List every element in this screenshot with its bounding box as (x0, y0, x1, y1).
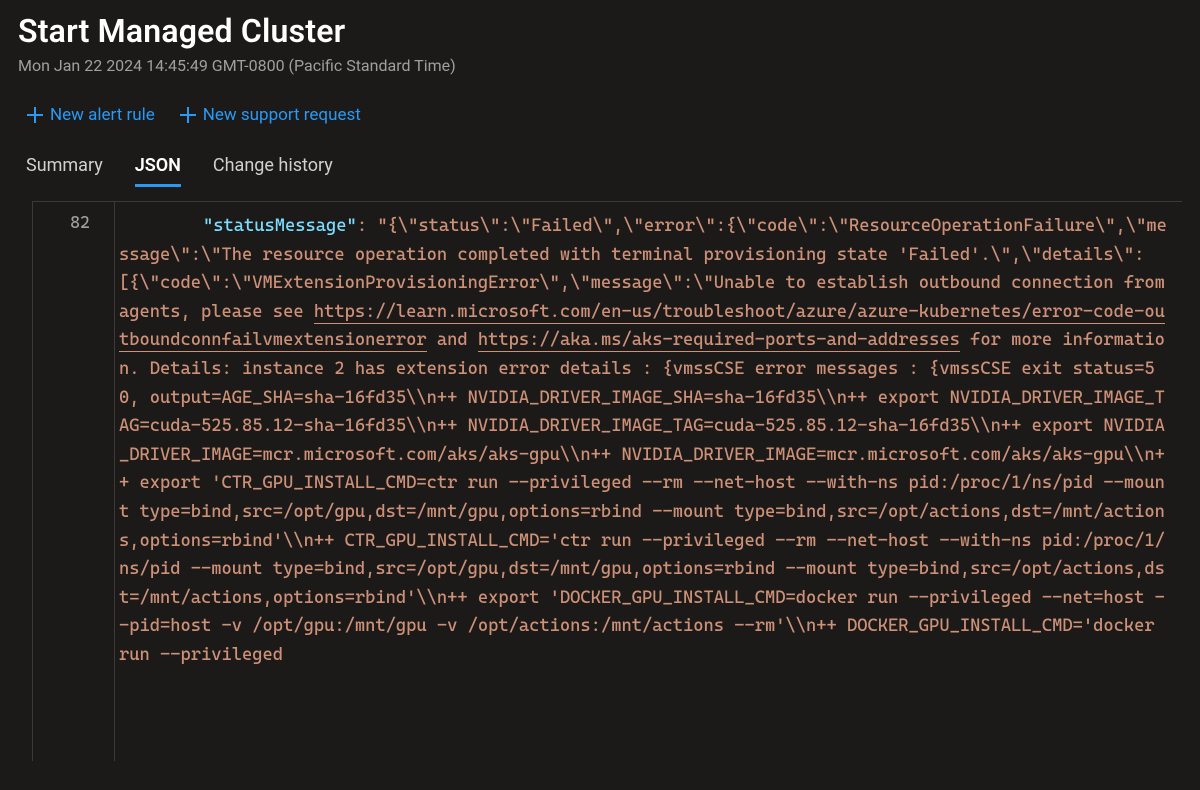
tab-json[interactable]: JSON (135, 155, 181, 187)
json-value-post: for more information. Details: instance … (119, 330, 1165, 665)
button-label: New support request (203, 105, 361, 125)
tab-bar: Summary JSON Change history (18, 155, 1182, 187)
json-key: "statusMessage" (203, 216, 357, 236)
plus-icon (26, 106, 44, 124)
doc-link-required-ports[interactable]: https://aka.ms/aks-required-ports-and-ad… (478, 330, 960, 352)
plus-icon (179, 106, 197, 124)
line-number: 82 (33, 212, 90, 232)
line-number-gutter: 82 (33, 202, 115, 761)
page-title: Start Managed Cluster (18, 12, 1182, 50)
button-label: New alert rule (50, 105, 155, 125)
json-code-content[interactable]: "statusMessage": "{\"status\":\"Failed\"… (115, 202, 1182, 761)
tab-summary[interactable]: Summary (26, 155, 103, 187)
page-timestamp: Mon Jan 22 2024 14:45:49 GMT-0800 (Pacif… (18, 56, 1182, 75)
command-bar: New alert rule New support request (18, 105, 1182, 125)
tab-change-history[interactable]: Change history (213, 155, 333, 187)
new-alert-rule-button[interactable]: New alert rule (26, 105, 155, 125)
json-mid-text: and (427, 330, 478, 350)
activity-log-detail-page: Start Managed Cluster Mon Jan 22 2024 14… (0, 0, 1200, 761)
new-support-request-button[interactable]: New support request (179, 105, 361, 125)
json-code-panel: 82 "statusMessage": "{\"status\":\"Faile… (32, 201, 1182, 761)
